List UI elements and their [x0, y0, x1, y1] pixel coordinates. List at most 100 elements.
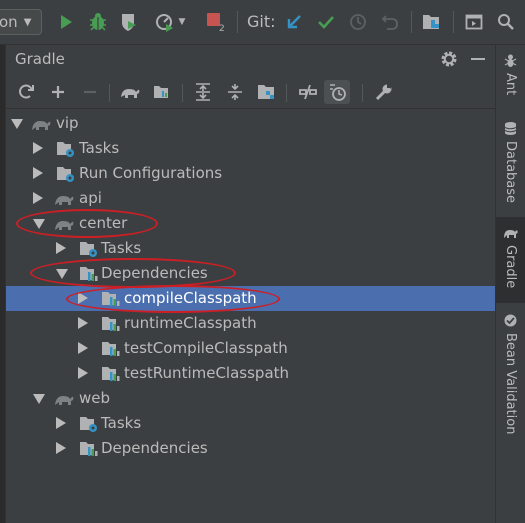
stop-button[interactable]: 2 [204, 8, 226, 36]
history-clock-icon [330, 84, 346, 101]
plus-icon [52, 86, 64, 98]
ant-icon [504, 54, 517, 67]
tree-node-api[interactable]: api [6, 186, 495, 211]
expand-arrow-icon[interactable] [78, 317, 88, 329]
collapse-all-icon [228, 84, 242, 100]
coverage-shield-icon [122, 14, 136, 31]
tasks-folder-icon [79, 415, 97, 433]
tool-tab-label: Bean Validation [503, 333, 518, 435]
tree-node-vip-tasks[interactable]: Tasks [6, 136, 495, 161]
toolbar-separator [237, 11, 238, 33]
run-button[interactable] [56, 8, 76, 36]
execute-task-button[interactable] [119, 81, 141, 103]
refresh-icon [19, 84, 34, 99]
database-icon [504, 122, 517, 135]
settings-button[interactable] [439, 49, 459, 69]
panel-header: Gradle [6, 45, 495, 73]
reload-button[interactable] [15, 81, 37, 103]
tree-node-label: Run Configurations [79, 164, 223, 182]
toolbar-separator [109, 84, 110, 102]
collapse-arrow-icon[interactable] [33, 394, 45, 404]
debug-button[interactable] [87, 8, 109, 36]
collapse-all-button[interactable] [224, 81, 246, 103]
run-configuration-label: on [0, 13, 18, 31]
tree-node-run-configurations[interactable]: Run Configurations [6, 161, 495, 186]
expand-arrow-icon[interactable] [56, 417, 66, 429]
dependencies-icon [154, 86, 168, 98]
toolbar-separator [362, 84, 363, 102]
update-arrow-icon [287, 15, 301, 29]
gradle-toolbar [6, 76, 495, 109]
gradle-settings-button[interactable] [373, 81, 395, 103]
git-history-button[interactable] [347, 8, 369, 36]
gradle-elephant-icon [54, 190, 74, 208]
tool-tab-label: Gradle [503, 245, 518, 289]
tasks-folder-icon [56, 140, 74, 158]
tree-node-label: runtimeClasspath [124, 314, 257, 332]
expand-arrow-icon[interactable] [78, 342, 88, 354]
expand-arrow-icon[interactable] [56, 242, 66, 254]
git-label: Git: [247, 12, 276, 31]
add-project-button[interactable] [47, 81, 69, 103]
run-with-coverage-button[interactable] [118, 8, 140, 36]
rollback-icon [381, 15, 398, 30]
history-clock-icon [350, 14, 366, 30]
notification-count: 2 [219, 24, 225, 34]
expand-all-button[interactable] [192, 81, 214, 103]
run-configuration-selector[interactable]: on ▼ [0, 9, 42, 35]
run-configurations-folder-icon [56, 165, 74, 183]
profile-button[interactable]: ▼ [152, 8, 188, 36]
toolbar-separator [286, 84, 287, 102]
tree-node-label: vip [56, 114, 79, 132]
tree-node-test-runtime-classpath[interactable]: testRuntimeClasspath [6, 361, 495, 386]
tool-tab-label: Database [503, 141, 518, 204]
toolbar-separator [182, 84, 183, 102]
dependencies-folder-icon [79, 440, 98, 458]
expand-arrow-icon[interactable] [56, 442, 66, 454]
collapse-arrow-icon[interactable] [11, 119, 23, 129]
wrench-icon [375, 84, 392, 101]
run-icon [61, 15, 72, 29]
right-tool-window-strip: Ant Database Gradle Bean Validation [496, 45, 525, 523]
hide-panel-button[interactable] [471, 58, 485, 60]
chevron-down-icon: ▼ [23, 16, 32, 28]
commit-check-icon [318, 16, 334, 29]
group-modules-button[interactable] [256, 81, 278, 103]
tool-tab-database[interactable]: Database [496, 115, 525, 225]
configuration-icon [101, 340, 120, 358]
toolbar-separator [411, 11, 412, 33]
expand-arrow-icon[interactable] [33, 142, 43, 154]
annotation-circle-dependencies [30, 258, 236, 288]
presentation-mode-button[interactable] [463, 8, 485, 36]
debug-bug-icon [90, 13, 106, 31]
tree-node-vip[interactable]: vip [6, 111, 495, 136]
toolbar-separator [453, 11, 454, 33]
tree-node-web[interactable]: web [6, 386, 495, 411]
expand-arrow-icon[interactable] [33, 192, 43, 204]
git-update-button[interactable] [283, 8, 305, 36]
tool-tab-ant[interactable]: Ant [496, 47, 525, 107]
tool-tab-bean-validation[interactable]: Bean Validation [496, 307, 525, 447]
tree-node-label: Dependencies [101, 439, 208, 457]
tree-node-center-tasks[interactable]: Tasks [6, 236, 495, 261]
remove-project-button[interactable] [79, 81, 101, 103]
expand-arrow-icon[interactable] [33, 167, 43, 179]
show-dependencies-toggle[interactable] [324, 80, 350, 104]
tree-node-label: Tasks [79, 139, 120, 157]
toggle-offline-button[interactable] [151, 81, 173, 103]
tree-node-runtime-classpath[interactable]: runtimeClasspath [6, 311, 495, 336]
gradle-tool-window: Gradle vip Tasks Run Configurations api … [5, 45, 496, 523]
git-rollback-button[interactable] [379, 8, 401, 36]
profiler-gauge-icon [155, 14, 173, 32]
expand-arrow-icon[interactable] [78, 367, 88, 379]
configuration-icon [101, 365, 120, 383]
toggle-offline-mode-button[interactable] [297, 81, 319, 103]
tree-node-web-dependencies[interactable]: Dependencies [6, 436, 495, 461]
annotation-circle-center [16, 209, 158, 238]
tree-node-web-tasks[interactable]: Tasks [6, 411, 495, 436]
project-structure-button[interactable] [421, 8, 443, 36]
search-button[interactable] [495, 8, 517, 36]
tool-tab-gradle[interactable]: Gradle [496, 217, 525, 303]
git-commit-button[interactable] [315, 8, 337, 36]
tree-node-test-compile-classpath[interactable]: testCompileClasspath [6, 336, 495, 361]
